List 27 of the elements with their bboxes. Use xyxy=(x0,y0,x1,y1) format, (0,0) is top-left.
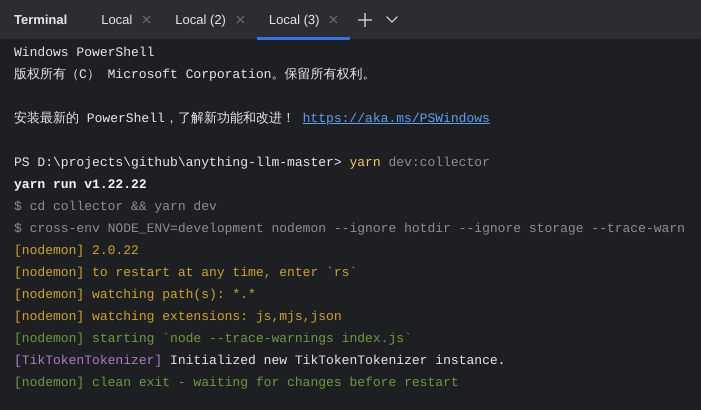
terminal-text: yarn run v1.22.22 xyxy=(14,176,147,194)
log-text: [nodemon] watching path(s): *.* xyxy=(14,286,256,304)
plus-icon[interactable] xyxy=(358,12,372,26)
close-icon[interactable] xyxy=(142,15,152,24)
terminal-tab[interactable]: Local xyxy=(89,0,164,40)
link[interactable]: https://aka.ms/PSWindows xyxy=(302,108,490,130)
close-icon[interactable] xyxy=(236,15,245,24)
log-prefix: [TikTokenTokenizer] xyxy=(14,352,162,370)
terminal-tab[interactable]: Local (3) xyxy=(256,0,350,40)
close-icon[interactable] xyxy=(329,15,338,24)
chevron-down-icon[interactable] xyxy=(386,16,398,23)
log-text: [nodemon] starting `node --trace-warnings index.js` xyxy=(14,330,412,348)
terminal-text: $ cd collector && yarn dev xyxy=(14,198,217,216)
terminal-text: 安装最新的 PowerShell，了解新功能和改进！ xyxy=(14,110,295,128)
terminal-text: 版权所有（C） Microsoft Corporation。保留所有权利。 xyxy=(14,66,376,84)
panel-title: Terminal xyxy=(14,12,68,27)
terminal-text: $ cross-env NODE_ENV=development nodemon --ignore hotdir --ignore storage --trace-warn xyxy=(14,220,685,238)
log-text: [nodemon] to restart at any time, enter `rs` xyxy=(14,264,358,282)
log-text: [nodemon] clean exit - waiting for changes before restart xyxy=(14,374,459,392)
terminal-text: PS D:\projects\github\anything-llm-master> xyxy=(14,154,342,172)
terminal-text: Initialized new TikTokenTokenizer instance. xyxy=(170,352,506,370)
log-text: [nodemon] watching extensions: js,mjs,json xyxy=(14,308,342,326)
terminal-tab[interactable]: Local (2) xyxy=(163,0,257,40)
terminal-text: dev:collector xyxy=(388,154,490,172)
log-text: [nodemon] 2.0.22 xyxy=(14,242,139,260)
command-text: yarn xyxy=(349,154,381,172)
terminal-text: Windows PowerShell xyxy=(14,44,154,62)
